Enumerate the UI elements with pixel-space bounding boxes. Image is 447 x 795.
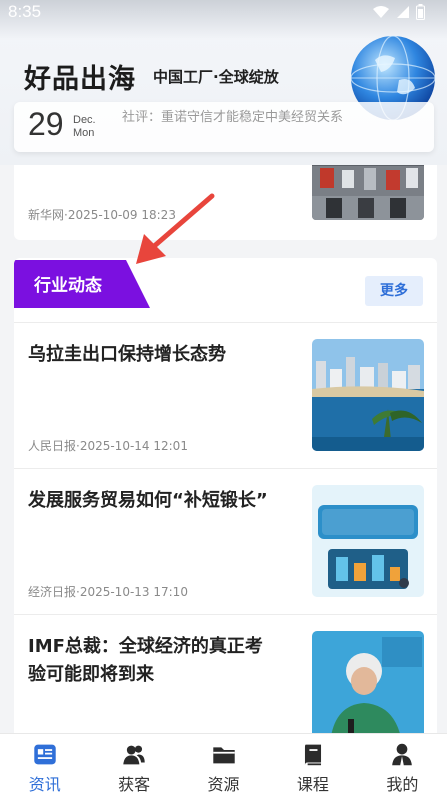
news-title: 发展服务贸易如何“补短锻长” xyxy=(28,490,268,511)
nav-item-courses[interactable]: 课程 xyxy=(268,734,357,795)
wifi-icon xyxy=(373,6,389,18)
nav-label: 获客 xyxy=(118,775,151,794)
status-time: 8:35 xyxy=(8,2,42,21)
profile-icon xyxy=(392,743,413,767)
news-item[interactable]: IMF总裁：全球经济的真正考验可能即将到来 xyxy=(14,614,437,738)
news-title: IMF总裁：全球经济的真正考验可能即将到来 xyxy=(28,636,263,685)
news-meta: 人民日报·2025-10-14 12:01 xyxy=(28,439,188,453)
headline-ticker[interactable]: 社评：重诺守信才能稳定中美经贸关系 xyxy=(122,106,343,125)
nav-item-customers[interactable]: 获客 xyxy=(89,734,178,795)
status-icons xyxy=(372,4,425,20)
annotation-arrow-icon xyxy=(136,193,215,264)
battery-icon xyxy=(416,4,425,20)
date-ticker-bar: 29 Dec. Mon 社评：重诺守信才能稳定中美经贸关系 xyxy=(14,102,434,152)
folder-icon xyxy=(212,747,235,764)
date-month: Dec. xyxy=(73,114,96,126)
news-item[interactable]: 发展服务贸易如何“补短锻长” 经济日报·2025-10-13 17:10 xyxy=(14,468,437,614)
news-thumbnail xyxy=(312,631,424,738)
news-thumbnail xyxy=(312,485,424,597)
news-title: 乌拉圭出口保持增长态势 xyxy=(28,344,226,365)
status-bar: 8:35 xyxy=(0,0,447,26)
date-day: 29 xyxy=(28,106,64,142)
more-button[interactable]: 更多 xyxy=(365,276,423,306)
nav-label: 资讯 xyxy=(28,775,61,794)
bottom-navigation: 资讯 获客 资源 课程 我的 xyxy=(0,733,447,795)
nav-label: 资源 xyxy=(207,775,240,794)
date-weekday: Mon xyxy=(73,127,95,139)
users-icon xyxy=(123,745,145,765)
nav-label: 课程 xyxy=(296,775,329,794)
industry-news-section: 行业动态 更多 乌拉圭出口保持增长态势 人民日报·2025-10-14 12:0… xyxy=(14,258,437,738)
date-month-weekday: Dec. Mon xyxy=(73,114,96,140)
news-meta: 经济日报·2025-10-13 17:10 xyxy=(28,585,188,599)
section-title: 行业动态 xyxy=(34,276,102,296)
brand-slogan: 中国工厂·全球绽放 xyxy=(153,68,279,86)
brand-logo: 好品出海 xyxy=(24,64,136,95)
nav-item-news[interactable]: 资讯 xyxy=(0,734,89,795)
nav-item-profile[interactable]: 我的 xyxy=(358,734,447,795)
nav-item-resources[interactable]: 资源 xyxy=(179,734,268,795)
news-icon xyxy=(33,744,56,765)
news-item[interactable]: 乌拉圭出口保持增长态势 人民日报·2025-10-14 12:01 xyxy=(14,322,437,468)
book-icon xyxy=(304,744,321,766)
nav-label: 我的 xyxy=(386,775,419,794)
news-thumbnail xyxy=(312,339,424,451)
signal-icon xyxy=(397,6,409,18)
